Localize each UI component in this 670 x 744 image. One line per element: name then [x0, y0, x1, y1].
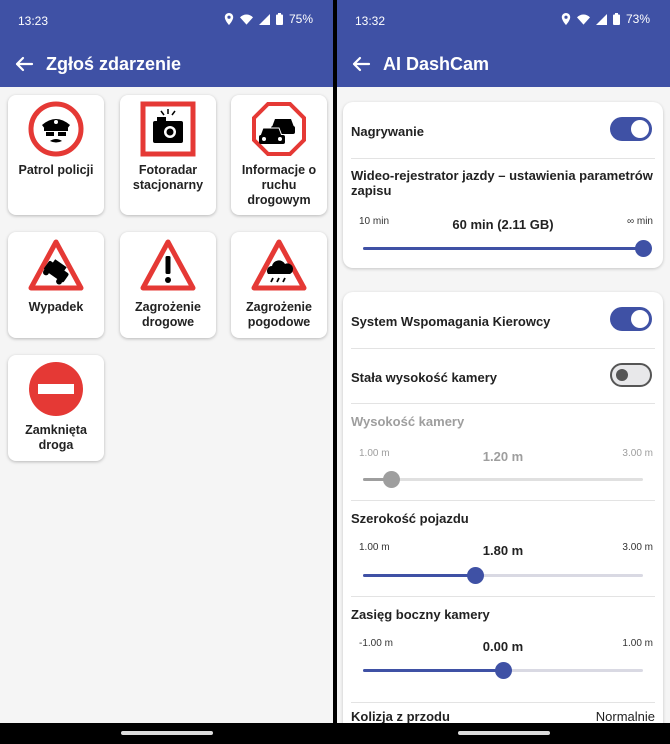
navigation-bar [0, 723, 333, 744]
tile-police-patrol[interactable]: Patrol policji [8, 95, 104, 215]
home-indicator[interactable] [457, 731, 550, 735]
battery-percent: 75% [288, 12, 313, 26]
back-arrow-icon[interactable] [10, 50, 38, 78]
fixed-height-toggle[interactable] [610, 363, 652, 387]
recording-duration-slider[interactable]: 10 min 60 min (2.11 GB) ∞ min [351, 214, 655, 264]
side-range-label: Zasięg boczny kamery [351, 607, 490, 622]
tile-label: Zamknięta droga [25, 423, 87, 452]
camera-height-setting: Wysokość kamery 1.00 m 1.20 m 3.00 m [351, 403, 655, 501]
battery-percent: 73% [625, 12, 650, 26]
recording-label: Nagrywanie [351, 124, 424, 139]
fixed-height-row[interactable]: Stała wysokość kamery [351, 348, 655, 404]
collision-label: Kolizja z przodu [351, 709, 450, 724]
road-closed-icon [29, 362, 83, 416]
slider-max: 1.00 m [622, 638, 653, 649]
recording-toggle[interactable] [610, 117, 652, 141]
home-indicator[interactable] [120, 731, 213, 735]
slider-track[interactable] [363, 240, 652, 257]
slider-fill [363, 574, 475, 577]
collision-value: Normalnie [595, 709, 655, 724]
side-range-slider[interactable] [363, 662, 643, 679]
recording-card: Nagrywanie Wideo-rejestrator jazdy – ust… [343, 102, 663, 268]
status-bar: 13:32 73% [337, 0, 670, 41]
slider-fill [363, 669, 503, 672]
status-time: 13:23 [18, 14, 49, 28]
slider-value: 1.80 m [482, 543, 524, 558]
slider-value: 0.00 m [482, 639, 524, 654]
assist-row[interactable]: System Wspomagania Kierowcy [351, 292, 655, 349]
signal-icon [258, 13, 270, 25]
assist-label: System Wspomagania Kierowcy [351, 314, 551, 329]
side-range-setting: Zasięg boczny kamery -1.00 m 0.00 m 1.00… [351, 596, 655, 703]
location-icon [561, 13, 571, 25]
speed-camera-icon [140, 101, 196, 157]
location-icon [224, 13, 234, 25]
tile-label: Informacje o ruchu drogowym [241, 163, 317, 207]
app-bar: Zgłoś zdarzenie [0, 41, 333, 87]
camera-height-slider [363, 471, 643, 488]
road-hazard-icon [140, 239, 196, 291]
tile-road-closed[interactable]: Zamknięta droga [8, 355, 104, 461]
tile-label: Fotoradar stacjonarny [132, 163, 204, 192]
slider-max: 3.00 m [622, 542, 653, 553]
navigation-bar [337, 723, 670, 744]
page-title: AI DashCam [383, 54, 490, 74]
weather-hazard-icon [251, 239, 307, 291]
battery-icon [275, 13, 283, 25]
slider-thumb[interactable] [635, 240, 652, 257]
page-title: Zgłoś zdarzenie [46, 54, 182, 74]
vehicle-width-slider[interactable] [363, 567, 643, 584]
tile-label: Zagrożenie drogowe [135, 300, 201, 329]
tile-label: Zagrożenie pogodowe [246, 300, 312, 329]
slider-value: 60 min (2.11 GB) [452, 217, 554, 232]
slider-thumb [383, 471, 400, 488]
right-screen: 13:32 73% AI DashCam Nagrywanie Wideo-re… [337, 0, 670, 744]
camera-height-label: Wysokość kamery [351, 414, 465, 429]
wifi-icon [576, 14, 590, 25]
wifi-icon [239, 14, 253, 25]
app-bar: AI DashCam [337, 41, 670, 87]
tile-speed-camera[interactable]: Fotoradar stacjonarny [120, 95, 216, 215]
status-time: 13:32 [355, 14, 386, 28]
tile-label: Patrol policji [18, 163, 94, 177]
slider-max: 3.00 m [622, 448, 653, 459]
vehicle-width-setting: Szerokość pojazdu 1.00 m 1.80 m 3.00 m [351, 500, 655, 597]
left-screen: 13:23 75% Zgłoś zdarzenie Patrol policji [0, 0, 333, 744]
recording-description: Wideo-rejestrator jazdy – ustawienia par… [351, 168, 653, 198]
tile-label: Wypadek [28, 300, 84, 314]
vehicle-width-label: Szerokość pojazdu [351, 511, 469, 526]
slider-thumb[interactable] [467, 567, 484, 584]
accident-icon [28, 239, 84, 291]
tile-road-hazard[interactable]: Zagrożenie drogowe [120, 232, 216, 338]
slider-thumb[interactable] [495, 662, 512, 679]
tile-weather-hazard[interactable]: Zagrożenie pogodowe [231, 232, 327, 338]
assist-card: System Wspomagania Kierowcy Stała wysoko… [343, 292, 663, 744]
battery-icon [612, 13, 620, 25]
signal-icon [595, 13, 607, 25]
back-arrow-icon[interactable] [347, 50, 375, 78]
tile-accident[interactable]: Wypadek [8, 232, 104, 338]
status-bar: 13:23 75% [0, 0, 333, 41]
slider-fill [363, 247, 643, 250]
slider-value: 1.20 m [482, 449, 524, 464]
tile-traffic-info[interactable]: Informacje o ruchu drogowym [231, 95, 327, 215]
traffic-info-icon [252, 102, 306, 156]
fixed-height-label: Stała wysokość kamery [351, 370, 497, 385]
assist-toggle[interactable] [610, 307, 652, 331]
recording-row[interactable]: Nagrywanie [351, 102, 655, 159]
slider-max: ∞ min [626, 216, 653, 227]
police-officer-icon [28, 101, 84, 157]
